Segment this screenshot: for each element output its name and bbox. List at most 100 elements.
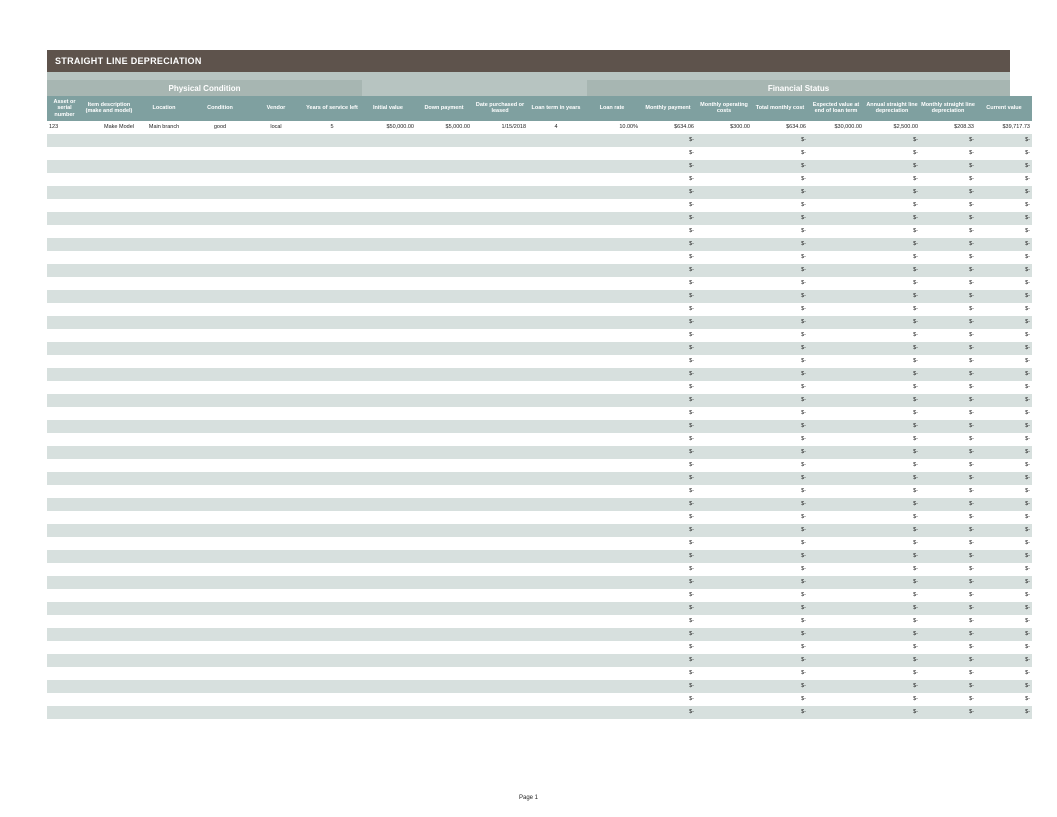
cell-down [416,537,472,550]
cell-serial [47,199,82,212]
table-row: $-$-$-$-$- [47,316,1032,329]
cell-asl: $- [864,576,920,589]
cell-asl: $- [864,433,920,446]
cell-mpay: $- [640,394,696,407]
cell-msl: $- [920,394,976,407]
cell-expval [808,238,864,251]
cell-initval [360,615,416,628]
cell-down [416,160,472,173]
cell-down [416,706,472,719]
cell-initval [360,680,416,693]
cell-curval: $- [976,277,1032,290]
cell-condition [192,238,248,251]
cell-asl: $- [864,602,920,615]
cell-expval [808,433,864,446]
cell-mpay: $- [640,433,696,446]
cell-loanterm [528,329,584,342]
cell-condition [192,225,248,238]
cell-down [416,498,472,511]
cell-asl: $- [864,563,920,576]
cell-mpay: $- [640,576,696,589]
cell-date [472,498,528,511]
cell-tmcost: $- [752,199,808,212]
cell-tmcost: $- [752,212,808,225]
cell-tmcost: $- [752,589,808,602]
cell-initval [360,420,416,433]
col-header-loanrate: Loan rate [584,96,640,121]
cell-initval [360,693,416,706]
cell-msl: $- [920,693,976,706]
cell-loanrate [584,290,640,303]
cell-desc [82,381,136,394]
cell-desc [82,407,136,420]
cell-condition [192,667,248,680]
cell-date [472,680,528,693]
cell-msl: $- [920,511,976,524]
cell-date [472,251,528,264]
cell-asl: $- [864,381,920,394]
cell-loanrate [584,654,640,667]
cell-msl: $- [920,602,976,615]
cell-location [136,329,192,342]
cell-down [416,290,472,303]
depreciation-table: Asset or serial numberItem description (… [47,96,1032,719]
cell-date [472,290,528,303]
cell-serial [47,290,82,303]
cell-asl: $- [864,355,920,368]
cell-desc [82,511,136,524]
cell-initval [360,199,416,212]
cell-service [304,693,360,706]
cell-initval [360,225,416,238]
cell-curval: $- [976,641,1032,654]
cell-mops [696,511,752,524]
table-row: $-$-$-$-$- [47,446,1032,459]
cell-down [416,147,472,160]
cell-service [304,199,360,212]
cell-vendor [248,329,304,342]
cell-location [136,641,192,654]
cell-initval [360,355,416,368]
cell-loanrate [584,485,640,498]
cell-desc [82,316,136,329]
cell-condition [192,212,248,225]
cell-date [472,459,528,472]
cell-asl: $- [864,147,920,160]
cell-loanrate [584,615,640,628]
cell-mpay: $- [640,628,696,641]
cell-mops [696,563,752,576]
cell-tmcost: $- [752,459,808,472]
cell-mpay: $- [640,706,696,719]
cell-location [136,498,192,511]
cell-asl: $- [864,212,920,225]
cell-serial [47,615,82,628]
cell-loanrate [584,329,640,342]
col-header-serial: Asset or serial number [47,96,82,121]
cell-service [304,615,360,628]
cell-desc [82,303,136,316]
cell-desc [82,186,136,199]
cell-initval [360,160,416,173]
cell-desc [82,550,136,563]
cell-condition [192,459,248,472]
cell-initval [360,407,416,420]
cell-expval [808,303,864,316]
cell-expval [808,342,864,355]
cell-loanterm [528,251,584,264]
cell-loanrate [584,251,640,264]
cell-expval [808,160,864,173]
cell-mpay: $- [640,251,696,264]
cell-msl: $- [920,251,976,264]
cell-initval [360,576,416,589]
cell-initval [360,446,416,459]
cell-location [136,628,192,641]
cell-loanterm [528,290,584,303]
cell-loanrate [584,459,640,472]
cell-vendor [248,511,304,524]
cell-loanterm [528,654,584,667]
cell-loanterm [528,472,584,485]
table-row: $-$-$-$-$- [47,238,1032,251]
cell-location [136,147,192,160]
cell-mpay: $- [640,680,696,693]
cell-mpay: $- [640,524,696,537]
cell-curval: $- [976,134,1032,147]
